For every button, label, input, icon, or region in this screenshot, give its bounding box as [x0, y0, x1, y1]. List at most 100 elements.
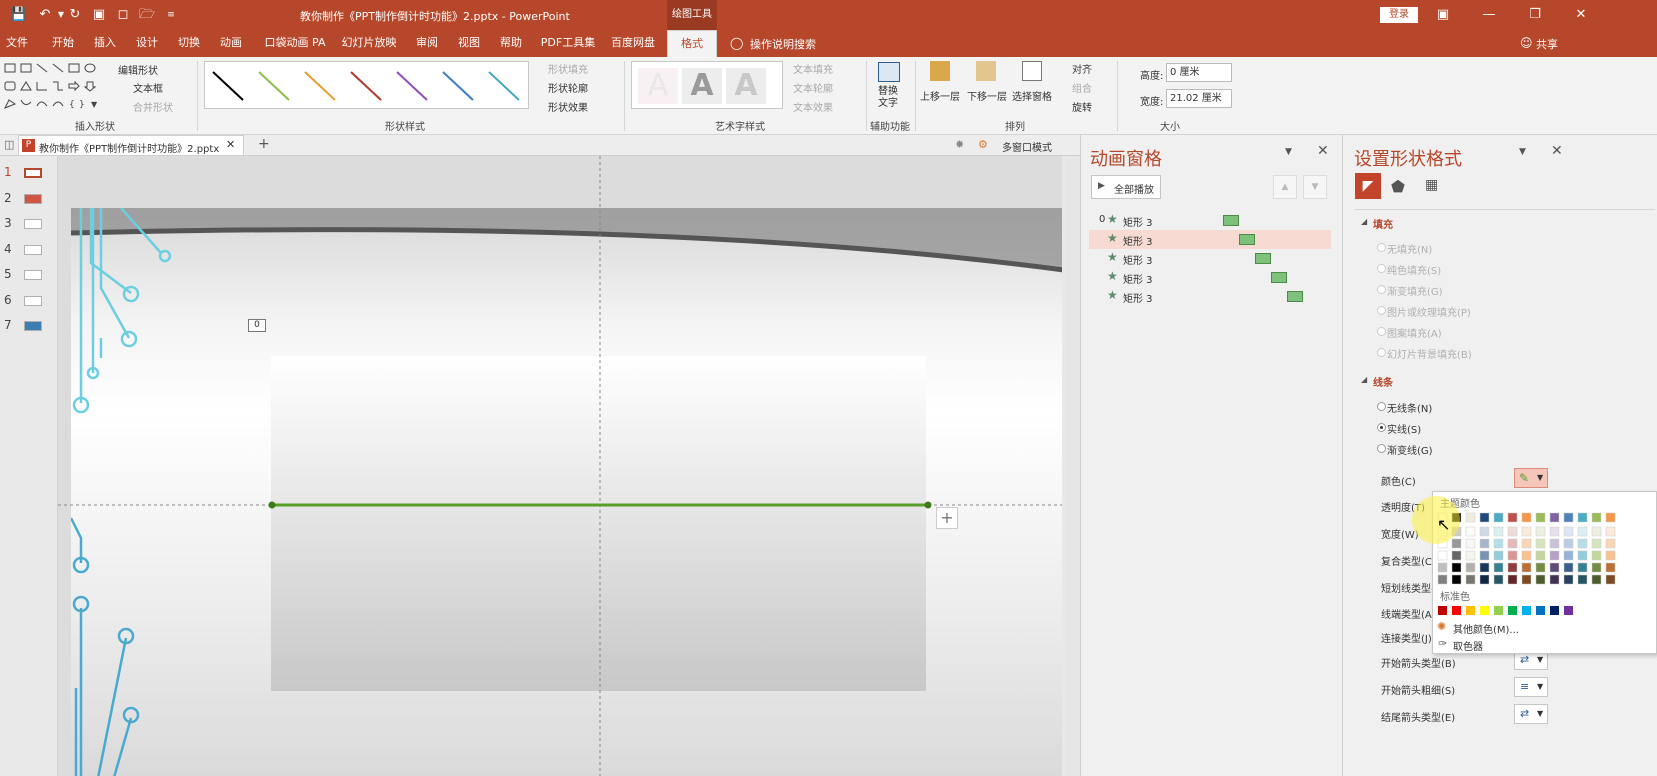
no-line-radio[interactable] — [1377, 402, 1386, 411]
shape-effects-button[interactable]: 形状效果 — [548, 99, 588, 114]
tell-me-search[interactable]: 操作说明搜索 — [750, 36, 816, 52]
close-window-icon[interactable]: ✕ — [1558, 0, 1604, 30]
theme-color-swatch[interactable] — [1479, 538, 1490, 549]
theme-color-swatch[interactable] — [1535, 550, 1546, 561]
theme-color-swatch[interactable] — [1507, 538, 1518, 549]
multi-window-button[interactable]: 多窗口模式 — [1002, 139, 1052, 154]
theme-color-swatch[interactable] — [1437, 550, 1448, 561]
close-tab-icon[interactable]: ✕ — [226, 138, 235, 151]
height-input[interactable]: 0 厘米 — [1166, 63, 1232, 82]
standard-color-swatch[interactable] — [1522, 606, 1531, 615]
theme-color-swatch[interactable] — [1577, 526, 1588, 537]
new-file-icon[interactable]: ◻ — [114, 6, 132, 24]
theme-color-swatch[interactable] — [1577, 538, 1588, 549]
theme-color-swatch[interactable] — [1549, 512, 1560, 523]
no-fill-label[interactable]: 无填充(N) — [1387, 241, 1432, 256]
standard-color-swatch[interactable] — [1550, 606, 1559, 615]
edit-shape-button[interactable]: 编辑形状 — [118, 62, 158, 77]
shape-fill-button[interactable]: 形状填充 — [548, 61, 588, 76]
save-icon[interactable]: 💾 — [10, 6, 28, 24]
picture-fill-radio[interactable] — [1377, 306, 1386, 315]
line-color-button[interactable]: ✎ ▼ — [1514, 468, 1548, 488]
theme-color-swatch[interactable] — [1521, 512, 1532, 523]
theme-color-swatch[interactable] — [1437, 574, 1448, 585]
tab-baidu-netdisk[interactable]: 百度网盘 — [608, 30, 658, 57]
wordart-gallery[interactable]: A A A — [631, 61, 783, 109]
merge-shapes-button[interactable]: 合并形状 — [133, 99, 173, 114]
standard-color-swatch[interactable] — [1494, 606, 1503, 615]
restore-icon[interactable]: ❐ — [1512, 0, 1558, 30]
theme-color-swatch[interactable] — [1605, 512, 1616, 523]
animation-item[interactable]: ★ 矩形 3 — [1089, 249, 1329, 268]
theme-color-swatch[interactable] — [1563, 512, 1574, 523]
no-fill-radio[interactable] — [1377, 243, 1386, 252]
theme-color-swatch[interactable] — [1549, 550, 1560, 561]
theme-color-swatch[interactable] — [1465, 550, 1476, 561]
background-fill-label[interactable]: 幻灯片背景填充(B) — [1387, 346, 1472, 361]
layout-options-icon[interactable]: + — [936, 507, 958, 529]
theme-color-swatch[interactable] — [1563, 562, 1574, 573]
theme-color-swatch[interactable] — [1451, 562, 1462, 573]
text-effects-button[interactable]: 文本效果 — [793, 99, 833, 114]
alt-text-icon[interactable] — [878, 62, 900, 82]
theme-color-swatch[interactable] — [1577, 512, 1588, 523]
selection-pane-button[interactable]: 选择窗格 — [1012, 88, 1052, 103]
wordart-sample-2[interactable]: A — [682, 68, 722, 104]
login-button[interactable]: 登录 — [1380, 7, 1418, 23]
fill-section-header[interactable]: 填充 — [1373, 216, 1393, 231]
slide-thumbnail-6[interactable] — [24, 296, 42, 306]
present-icon[interactable]: ▣ — [90, 6, 108, 24]
theme-color-swatch[interactable] — [1493, 550, 1504, 561]
move-up-button[interactable]: ▲ — [1273, 175, 1297, 199]
settings-icon[interactable]: ⚙ — [978, 138, 988, 151]
theme-color-swatch[interactable] — [1465, 562, 1476, 573]
theme-color-swatch[interactable] — [1479, 526, 1490, 537]
theme-color-swatch[interactable] — [1465, 512, 1476, 523]
slide-thumbnail-7[interactable] — [24, 321, 42, 331]
theme-color-swatch[interactable] — [1605, 538, 1616, 549]
theme-color-grid[interactable] — [1433, 492, 1657, 592]
wordart-sample-1[interactable]: A — [638, 68, 678, 104]
rotate-button[interactable]: 旋转 — [1072, 99, 1092, 114]
more-colors-option[interactable]: 其他颜色(M)... — [1453, 621, 1519, 636]
tab-slideshow[interactable]: 幻灯片放映 — [340, 30, 398, 57]
theme-color-swatch[interactable] — [1507, 526, 1518, 537]
document-tab[interactable]: P 教你制作《PPT制作倒计时功能》2.pptx ✕ — [18, 135, 244, 156]
slide-editing-canvas[interactable]: 0 + — [58, 156, 1066, 776]
animation-item[interactable]: ★ 矩形 3 — [1089, 287, 1329, 306]
timeline-bar[interactable] — [1255, 253, 1271, 264]
open-folder-icon[interactable]: 🗁 — [138, 6, 156, 24]
wordart-sample-3[interactable]: A — [726, 68, 766, 104]
begin-arrow-size-button[interactable]: ≡ ▼ — [1514, 677, 1548, 697]
theme-color-swatch[interactable] — [1465, 574, 1476, 585]
theme-color-swatch[interactable] — [1521, 550, 1532, 561]
close-pane-icon[interactable]: ✕ — [1317, 143, 1329, 159]
bring-forward-icon[interactable] — [930, 61, 950, 81]
theme-color-swatch[interactable] — [1605, 526, 1616, 537]
timeline-bar[interactable] — [1271, 272, 1287, 283]
shape-outline-button[interactable]: 形状轮廓 — [548, 80, 588, 95]
theme-color-swatch[interactable] — [1535, 574, 1546, 585]
new-tab-icon[interactable]: + — [258, 136, 270, 152]
theme-color-swatch[interactable] — [1549, 562, 1560, 573]
solid-fill-label[interactable]: 纯色填充(S) — [1387, 262, 1441, 277]
ribbon-display-icon[interactable]: ▣ — [1420, 0, 1466, 30]
collapse-icon[interactable]: ◢ — [1361, 217, 1367, 226]
width-input[interactable]: 21.02 厘米 — [1166, 89, 1232, 108]
selected-green-line[interactable] — [58, 156, 1066, 776]
line-section-header[interactable]: 线条 — [1373, 374, 1393, 389]
standard-color-swatch[interactable] — [1452, 606, 1461, 615]
solid-line-radio[interactable] — [1377, 423, 1386, 432]
theme-color-swatch[interactable] — [1507, 574, 1518, 585]
standard-color-swatch[interactable] — [1438, 606, 1447, 615]
tab-format[interactable]: 格式 — [667, 30, 717, 57]
theme-color-swatch[interactable] — [1535, 526, 1546, 537]
theme-color-swatch[interactable] — [1521, 562, 1532, 573]
theme-color-swatch[interactable] — [1577, 574, 1588, 585]
size-properties-tab-icon[interactable]: ▦ — [1425, 177, 1438, 193]
pin-icon[interactable]: ✸ — [955, 138, 964, 151]
theme-color-swatch[interactable] — [1479, 562, 1490, 573]
theme-color-swatch[interactable] — [1577, 550, 1588, 561]
animation-item[interactable]: ★ 矩形 3 — [1089, 268, 1329, 287]
theme-color-swatch[interactable] — [1549, 526, 1560, 537]
